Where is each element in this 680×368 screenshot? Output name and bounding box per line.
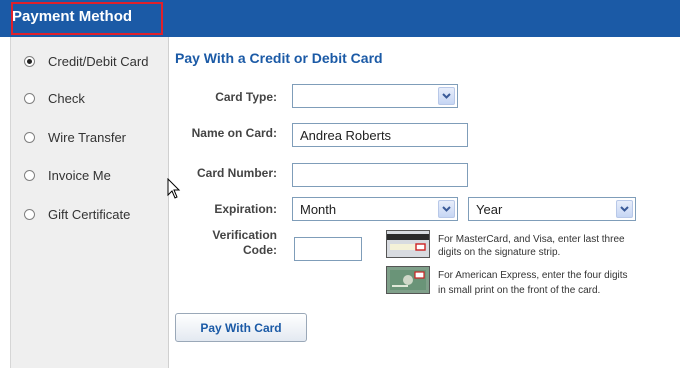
chevron-down-icon[interactable] [438, 87, 455, 105]
card-number-input[interactable] [292, 163, 468, 187]
header-bar: Payment Method [0, 0, 680, 37]
radio-invoice-me[interactable] [24, 169, 35, 181]
pay-with-card-button[interactable]: Pay With Card [175, 313, 307, 342]
card-number-label: Card Number: [196, 166, 277, 180]
sidebar-item-check[interactable]: Check [24, 89, 85, 107]
radio-wire-transfer[interactable] [24, 131, 35, 143]
sidebar-item-label: Credit/Debit Card [48, 53, 149, 69]
sidebar-item-wire-transfer[interactable]: Wire Transfer [24, 128, 126, 146]
expiration-month-select[interactable]: Month [292, 197, 458, 221]
title-highlight-box [11, 2, 163, 35]
mastercard-visa-note-line-2: digits on the signature strip. [438, 247, 561, 258]
payment-method-sidebar: Credit/Debit Card Check Wire Transfer In… [10, 37, 169, 368]
card-type-select[interactable] [292, 84, 458, 108]
form-title: Pay With a Credit or Debit Card [175, 50, 383, 66]
verification-label: Verification [212, 228, 277, 242]
sidebar-item-label: Gift Certificate [48, 206, 131, 222]
card-type-label: Card Type: [215, 90, 277, 104]
radio-credit-debit-card[interactable] [24, 55, 35, 67]
radio-gift-certificate[interactable] [24, 208, 35, 220]
mouse-pointer-icon [167, 178, 181, 199]
sidebar-item-label: Wire Transfer [48, 129, 127, 145]
mastercard-visa-note-line-1: For MasterCard, and Visa, enter last thr… [438, 234, 625, 245]
chevron-down-icon[interactable] [616, 200, 633, 218]
radio-check[interactable] [24, 92, 35, 104]
name-on-card-input[interactable]: Andrea Roberts [292, 123, 468, 147]
card-back-icon [386, 230, 430, 258]
verification-code-label: Code: [243, 243, 277, 257]
name-on-card-label: Name on Card: [191, 126, 277, 140]
sidebar-item-invoice-me[interactable]: Invoice Me [24, 166, 111, 184]
verification-code-input[interactable] [294, 237, 362, 261]
sidebar-item-credit-debit-card[interactable]: Credit/Debit Card [24, 52, 148, 70]
chevron-down-icon[interactable] [438, 200, 455, 218]
sidebar-item-label: Check [48, 90, 85, 106]
expiration-year-select[interactable]: Year [468, 197, 636, 221]
expiration-label: Expiration: [214, 202, 277, 216]
amex-card-icon [386, 266, 430, 294]
amex-note-line-1: For American Express, enter the four dig… [438, 270, 628, 281]
amex-note-line-2: in small print on the front of the card. [438, 285, 601, 296]
sidebar-item-label: Invoice Me [48, 167, 111, 183]
sidebar-item-gift-certificate[interactable]: Gift Certificate [24, 205, 130, 223]
